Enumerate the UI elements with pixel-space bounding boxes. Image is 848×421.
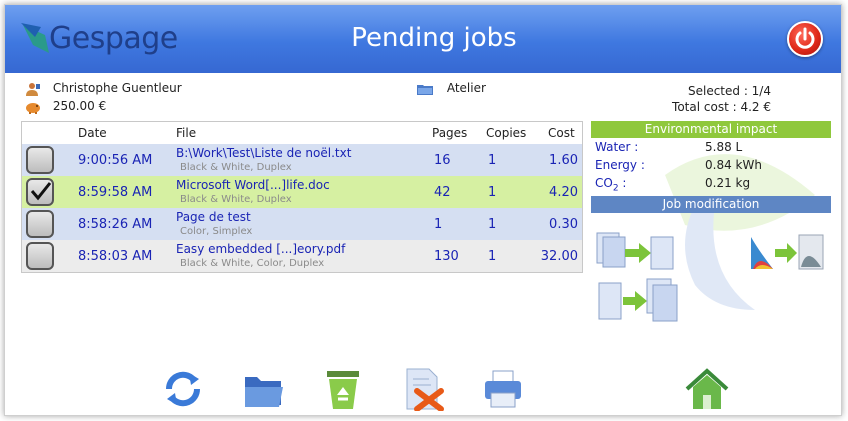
water-line: Water : 5.88 L bbox=[591, 138, 831, 156]
job-file-name: B:\Work\Test\Liste de noël.txt bbox=[176, 146, 352, 160]
co2-label-tail: : bbox=[618, 176, 627, 190]
row-checkbox[interactable] bbox=[26, 178, 54, 206]
job-time: 8:58:03 AM bbox=[78, 249, 153, 264]
column-copies: Copies bbox=[486, 126, 527, 140]
energy-label: Energy : bbox=[595, 158, 645, 172]
job-time: 8:58:26 AM bbox=[78, 217, 153, 232]
selection-summary: Selected : 1/4 Total cost : 4.2 € bbox=[672, 83, 771, 115]
energy-line: Energy : 0.84 kWh bbox=[591, 156, 831, 174]
user-name: Christophe Guentleur bbox=[52, 81, 182, 95]
environmental-impact-header: Environmental impact bbox=[591, 121, 831, 138]
delete-job-button[interactable] bbox=[401, 367, 445, 412]
job-cost: 4.20 bbox=[549, 185, 578, 200]
water-value: 5.88 L bbox=[705, 140, 743, 154]
recycle-bin-icon bbox=[327, 371, 359, 409]
job-copies: 1 bbox=[488, 217, 497, 232]
folder-icon bbox=[245, 377, 283, 407]
energy-value: 0.84 kWh bbox=[705, 158, 762, 172]
job-cost: 1.60 bbox=[549, 153, 578, 168]
job-copies: 1 bbox=[488, 249, 497, 264]
job-file-desc: Black & White, Color, Duplex bbox=[180, 258, 325, 269]
job-copies: 1 bbox=[488, 153, 497, 168]
color-to-grayscale-icon bbox=[751, 234, 824, 270]
checkmark-icon bbox=[30, 182, 52, 201]
job-pages: 42 bbox=[434, 185, 451, 200]
job-pages: 130 bbox=[434, 249, 459, 264]
folder-small-icon bbox=[417, 84, 433, 95]
job-file-name: Page de test bbox=[176, 210, 251, 224]
job-file-desc: Black & White, Duplex bbox=[180, 194, 292, 205]
job-modification-header: Job modification bbox=[591, 196, 831, 213]
job-time: 8:59:58 AM bbox=[78, 185, 153, 200]
balance-value: 250.00 € bbox=[52, 99, 107, 113]
co2-label: CO2 : bbox=[595, 176, 626, 193]
simplex-to-duplex-icon bbox=[598, 278, 678, 322]
delete-document-icon bbox=[406, 368, 444, 412]
row-checkbox[interactable] bbox=[26, 210, 54, 238]
co2-value: 0.21 kg bbox=[705, 176, 751, 190]
environmental-panel: Environmental impact Water : 5.88 L Ener… bbox=[591, 121, 831, 213]
row-checkbox[interactable] bbox=[26, 242, 54, 270]
job-file-desc: Black & White, Duplex bbox=[180, 162, 292, 173]
header-bar: Gespage Pending jobs bbox=[5, 5, 841, 73]
job-time: 9:00:56 AM bbox=[78, 153, 153, 168]
row-checkbox[interactable] bbox=[26, 146, 54, 174]
column-file: File bbox=[176, 126, 197, 140]
duplex-to-simplex-icon bbox=[596, 232, 674, 270]
water-label: Water : bbox=[595, 140, 639, 154]
job-pages: 16 bbox=[434, 153, 451, 168]
job-pages: 1 bbox=[434, 217, 443, 232]
table-row[interactable]: 8:59:58 AM Microsoft Word[...]life.doc B… bbox=[22, 176, 582, 208]
user-info: Christophe Guentleur bbox=[25, 81, 182, 96]
power-button[interactable] bbox=[787, 21, 823, 57]
job-cost: 32.00 bbox=[540, 249, 578, 264]
total-cost: Total cost : 4.2 € bbox=[672, 100, 771, 114]
column-pages: Pages bbox=[432, 126, 468, 140]
selected-count: Selected : 1/4 bbox=[687, 84, 771, 98]
refresh-icon bbox=[165, 371, 201, 407]
simplex-to-duplex-button[interactable] bbox=[595, 277, 681, 325]
open-folder-button[interactable] bbox=[241, 367, 285, 411]
co2-line: CO2 : 0.21 kg bbox=[591, 174, 831, 194]
job-file-name: Microsoft Word[...]life.doc bbox=[176, 178, 330, 192]
printer-info: Atelier bbox=[417, 81, 486, 95]
user-icon bbox=[26, 82, 40, 96]
job-cost: 0.30 bbox=[549, 217, 578, 232]
job-copies: 1 bbox=[488, 185, 497, 200]
jobs-table: Date File Pages Copies Cost 9:00:56 AM B… bbox=[21, 121, 583, 273]
recycle-bin-button[interactable] bbox=[321, 367, 365, 411]
column-date: Date bbox=[78, 126, 107, 140]
power-icon bbox=[795, 27, 815, 49]
piggy-bank-icon bbox=[26, 102, 40, 114]
color-to-grayscale-button[interactable] bbox=[749, 231, 825, 271]
print-button[interactable] bbox=[481, 367, 525, 411]
printer-name: Atelier bbox=[446, 81, 486, 95]
job-file-desc: Color, Simplex bbox=[180, 226, 253, 237]
page-title: Pending jobs bbox=[351, 23, 517, 53]
jobs-table-header: Date File Pages Copies Cost bbox=[22, 122, 582, 142]
table-row[interactable]: 9:00:56 AM B:\Work\Test\Liste de noël.tx… bbox=[22, 144, 582, 176]
gespage-window: Gespage Pending jobs Christophe Guentleu… bbox=[4, 4, 842, 416]
column-cost: Cost bbox=[548, 126, 575, 140]
home-icon bbox=[685, 368, 729, 409]
co2-label-main: CO bbox=[595, 176, 613, 190]
table-row[interactable]: 8:58:03 AM Easy embedded [...]eory.pdf B… bbox=[22, 240, 582, 272]
home-button[interactable] bbox=[685, 367, 729, 411]
printer-icon bbox=[485, 370, 521, 408]
table-row[interactable]: 8:58:26 AM Page de test Color, Simplex 1… bbox=[22, 208, 582, 240]
duplex-to-simplex-button[interactable] bbox=[595, 229, 675, 273]
refresh-button[interactable] bbox=[161, 367, 205, 411]
job-file-name: Easy embedded [...]eory.pdf bbox=[176, 242, 346, 256]
user-balance: 250.00 € bbox=[25, 99, 106, 114]
